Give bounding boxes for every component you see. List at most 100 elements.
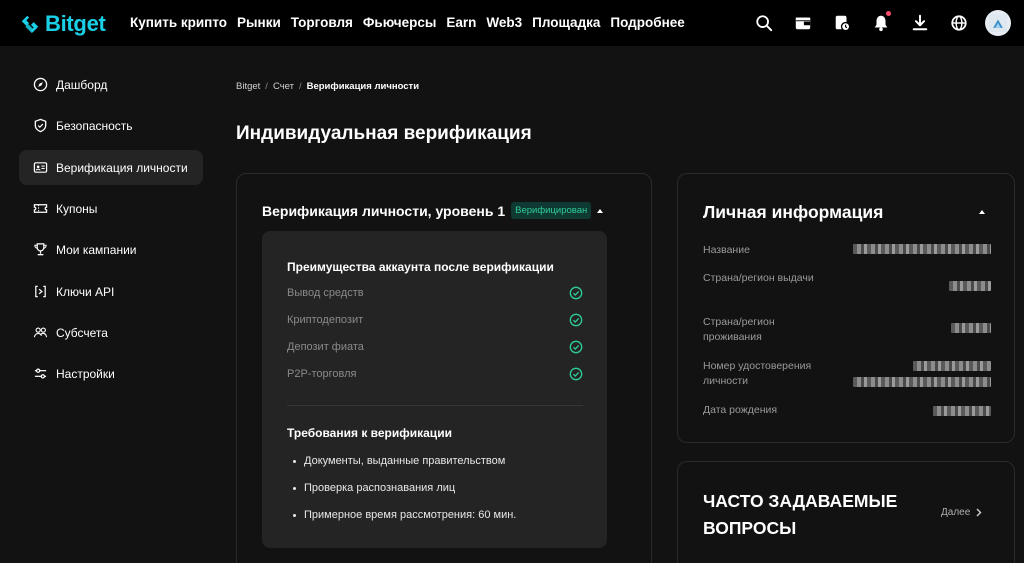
main-nav: Купить крипто Рынки Торговля Фьючерсы Ea…: [130, 15, 695, 30]
sliders-icon: [33, 366, 48, 381]
bullet: [293, 513, 296, 517]
avatar-icon: [989, 14, 1007, 32]
sidebar-item-coupons[interactable]: Купоны: [19, 191, 203, 226]
collapse-caret-icon[interactable]: [597, 208, 604, 213]
sidebar-item-dashboard[interactable]: Дашборд: [19, 67, 203, 102]
benefit-label: P2P-торговля: [287, 368, 357, 380]
benefit-label: Криптодепозит: [287, 314, 364, 326]
redacted-value: [933, 406, 991, 416]
breadcrumb: Bitget / Счет / Верификация личности: [236, 81, 419, 92]
nav-item-web3[interactable]: Web3: [486, 15, 522, 30]
bell-icon[interactable]: [867, 9, 895, 37]
personal-info-label: Название: [703, 244, 750, 256]
faq-title: ЧАСТО ЗАДАВАЕМЫЕ ВОПРОСЫ: [703, 491, 898, 538]
nav-item-buy-crypto[interactable]: Купить крипто: [130, 15, 227, 30]
personal-info-label: Номер удостоверения личности: [703, 360, 812, 387]
breadcrumb-separator: /: [298, 81, 302, 92]
trophy-icon: [33, 242, 48, 257]
nav-item-platform[interactable]: Площадка: [532, 15, 600, 30]
benefits-panel: [262, 231, 607, 548]
redacted-value: [853, 244, 991, 254]
verification-level-header[interactable]: Верификация личности, уровень 1 Верифици…: [262, 202, 604, 219]
avatar-button[interactable]: [984, 9, 1012, 37]
redacted-value: [951, 323, 991, 333]
top-icons: [739, 9, 1012, 37]
nav-item-trade[interactable]: Торговля: [291, 15, 353, 30]
verification-level-title: Верификация личности, уровень 1: [262, 202, 506, 219]
orders-icon[interactable]: [828, 9, 856, 37]
benefit-label: Депозит фиата: [287, 341, 364, 353]
requirement-text: Документы, выданные правительством: [304, 455, 506, 467]
bullet: [293, 459, 296, 463]
brand-name: Bitget: [45, 11, 106, 36]
benefit-row: Депозит фиата: [287, 340, 583, 354]
coupon-icon: [33, 201, 48, 216]
sidebar-item-security[interactable]: Безопасность: [19, 108, 203, 143]
api-key-icon: [33, 284, 48, 299]
breadcrumb-separator: /: [265, 81, 268, 92]
check-circle-icon: [569, 286, 583, 300]
sidebar-item-api-keys[interactable]: Ключи API: [19, 274, 203, 309]
benefit-label: Вывод средств: [287, 287, 364, 299]
breadcrumb-item-current: Верификация личности: [306, 81, 420, 92]
benefit-row: P2P-торговля: [287, 367, 583, 381]
requirement-item: Документы, выданные правительством: [293, 455, 505, 467]
sidebar-item-identity-verification[interactable]: Верификация личности: [19, 150, 203, 185]
download-icon[interactable]: [906, 9, 934, 37]
personal-info-label: Дата рождения: [703, 404, 778, 416]
benefits-title: Преимущества аккаунта после верификации: [287, 260, 554, 274]
globe-icon[interactable]: [945, 9, 973, 37]
sidebar-item-subaccounts[interactable]: Субсчета: [19, 315, 203, 350]
chevron-right-icon: [976, 508, 982, 517]
requirement-text: Проверка распознавания лиц: [304, 482, 456, 494]
sidebar-item-label: Ключи API: [56, 284, 115, 299]
users-icon: [33, 325, 48, 340]
notification-dot: [886, 11, 891, 16]
bitget-logo-icon: [21, 15, 39, 34]
faq-more-link[interactable]: Далее: [941, 507, 982, 518]
divider: [287, 405, 583, 406]
sidebar-item-settings[interactable]: Настройки: [19, 356, 203, 391]
requirement-item: Проверка распознавания лиц: [293, 482, 455, 494]
brand-logo[interactable]: Bitget: [19, 11, 106, 37]
sidebar-item-label: Настройки: [56, 366, 115, 381]
sidebar-item-label: Мои кампании: [56, 242, 137, 257]
requirements-title: Требования к верификации: [287, 426, 452, 440]
sidebar-item-label: Верификация личности: [56, 160, 188, 175]
search-icon[interactable]: [750, 9, 778, 37]
shield-icon: [33, 118, 48, 133]
personal-info-label: Страна/регион проживания: [703, 316, 775, 343]
nav-item-markets[interactable]: Рынки: [237, 15, 281, 30]
personal-info-title: Личная информация: [703, 202, 884, 222]
check-circle-icon: [569, 313, 583, 327]
requirement-item: Примерное время рассмотрения: 60 мин.: [293, 509, 516, 521]
sidebar-item-label: Дашборд: [56, 77, 108, 92]
redacted-value: [913, 361, 991, 371]
sidebar-item-label: Безопасность: [56, 118, 133, 133]
check-circle-icon: [569, 367, 583, 381]
redacted-value: [949, 281, 991, 291]
benefit-row: Криптодепозит: [287, 313, 583, 327]
nav-item-more[interactable]: Подробнее: [610, 15, 684, 30]
sidebar-item-my-campaigns[interactable]: Мои кампании: [19, 232, 203, 267]
compass-icon: [33, 77, 48, 92]
page-title: Индивидуальная верификация: [236, 123, 532, 144]
sidebar-item-label: Купоны: [56, 201, 98, 216]
id-card-icon: [33, 160, 48, 175]
sidebar-item-label: Субсчета: [56, 325, 108, 340]
collapse-caret-icon[interactable]: [979, 210, 985, 214]
faq-more-label: Далее: [941, 507, 971, 518]
check-circle-icon: [569, 340, 583, 354]
personal-info-label: Страна/регион выдачи: [703, 272, 814, 284]
avatar: [985, 10, 1011, 36]
top-navigation: Bitget Купить крипто Рынки Торговля Фьюч…: [0, 0, 1024, 46]
benefit-row: Вывод средств: [287, 286, 583, 300]
nav-item-earn[interactable]: Earn: [446, 15, 476, 30]
requirement-text: Примерное время рассмотрения: 60 мин.: [304, 509, 517, 521]
status-badge: Верифицирован: [511, 202, 592, 219]
wallet-icon[interactable]: [789, 9, 817, 37]
breadcrumb-item-home[interactable]: Bitget: [236, 81, 260, 92]
breadcrumb-item-account[interactable]: Счет: [273, 81, 294, 92]
nav-item-futures[interactable]: Фьючерсы: [363, 15, 436, 30]
redacted-value: [853, 377, 991, 387]
